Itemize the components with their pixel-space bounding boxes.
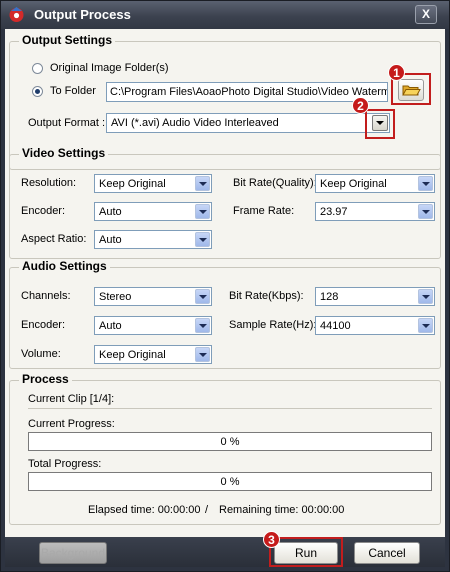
radio-to-folder[interactable] — [32, 86, 43, 97]
video-bitrate-value: Keep Original — [320, 178, 387, 190]
chevron-down-icon[interactable] — [195, 176, 210, 191]
total-progress-text: 0 % — [220, 476, 240, 488]
output-format-value: AVI (*.avi) Audio Video Interleaved — [111, 117, 279, 129]
audio-settings-legend: Audio Settings — [19, 259, 110, 273]
audio-encoder-select[interactable]: Auto — [94, 316, 212, 335]
chevron-down-icon[interactable] — [418, 318, 433, 333]
resolution-select[interactable]: Keep Original — [94, 174, 212, 193]
video-bitrate-select[interactable]: Keep Original — [315, 174, 435, 193]
frame-rate-value: 23.97 — [320, 206, 348, 218]
label-frame-rate: Frame Rate: — [233, 205, 295, 217]
video-encoder-select[interactable]: Auto — [94, 202, 212, 221]
step-badge-2: 2 — [352, 97, 369, 114]
process-legend: Process — [19, 372, 72, 386]
resolution-value: Keep Original — [99, 178, 166, 190]
chevron-down-icon[interactable] — [418, 176, 433, 191]
step-badge-3: 3 — [263, 531, 280, 548]
current-progress-bar: 0 % — [28, 432, 432, 451]
cancel-button[interactable]: Cancel — [354, 542, 420, 564]
chevron-down-icon[interactable] — [418, 204, 433, 219]
button-bar: Background Run Cancel — [5, 537, 445, 567]
audio-bitrate-value: 128 — [320, 291, 339, 303]
chevron-down-icon[interactable] — [195, 347, 210, 362]
label-resolution: Resolution: — [21, 177, 77, 189]
step-badge-1: 1 — [388, 64, 405, 81]
folder-path-input[interactable]: C:\Program Files\AoaoPhoto Digital Studi… — [106, 82, 388, 102]
label-channels: Channels: — [21, 290, 71, 302]
video-settings-group: Video Settings Resolution: Keep Original… — [9, 146, 441, 259]
label-video-encoder: Encoder: — [21, 205, 66, 217]
output-process-window: Output Process X Output Settings Origina… — [0, 0, 450, 572]
remaining-time: Remaining time: 00:00:00 — [219, 504, 345, 516]
process-divider — [28, 408, 432, 409]
chevron-down-icon[interactable] — [195, 318, 210, 333]
chevron-down-icon[interactable] — [195, 232, 210, 247]
time-divider: / — [205, 504, 209, 516]
label-aspect-ratio: Aspect Ratio: — [21, 233, 87, 245]
title-bar[interactable]: Output Process X — [1, 1, 449, 29]
chevron-down-icon[interactable] — [195, 289, 210, 304]
label-audio-bitrate: Bit Rate(Kbps): — [229, 290, 304, 302]
channels-value: Stereo — [99, 291, 132, 303]
video-settings-legend: Video Settings — [19, 146, 109, 160]
sample-rate-select[interactable]: 44100 — [315, 316, 435, 335]
app-logo-icon — [8, 6, 25, 23]
total-progress-label: Total Progress: — [28, 458, 102, 470]
sample-rate-value: 44100 — [320, 320, 351, 332]
label-output-format: Output Format : — [28, 117, 106, 129]
video-encoder-value: Auto — [99, 206, 122, 218]
process-group: Process Current Clip [1/4]: Current Prog… — [9, 372, 441, 525]
aspect-ratio-select[interactable]: Auto — [94, 230, 212, 249]
channels-select[interactable]: Stereo — [94, 287, 212, 306]
radio-original-folder[interactable] — [32, 63, 43, 74]
highlight-format — [365, 109, 395, 139]
background-button[interactable]: Background — [39, 542, 107, 564]
frame-rate-select[interactable]: 23.97 — [315, 202, 435, 221]
close-button[interactable]: X — [415, 5, 437, 24]
total-progress-bar: 0 % — [28, 472, 432, 491]
label-to-folder: To Folder — [50, 85, 96, 97]
label-original-folder: Original Image Folder(s) — [50, 62, 169, 74]
volume-select[interactable]: Keep Original — [94, 345, 212, 364]
current-clip-label: Current Clip [1/4]: — [28, 393, 115, 405]
current-progress-text: 0 % — [220, 436, 240, 448]
label-sample-rate: Sample Rate(Hz): — [229, 319, 317, 331]
window-title: Output Process — [34, 7, 131, 22]
label-volume: Volume: — [21, 348, 61, 360]
dialog-body: Output Settings Original Image Folder(s)… — [5, 29, 445, 537]
audio-settings-group: Audio Settings Channels: Stereo Bit Rate… — [9, 259, 441, 369]
chevron-down-icon[interactable] — [418, 289, 433, 304]
output-format-select[interactable]: AVI (*.avi) Audio Video Interleaved — [106, 113, 390, 133]
elapsed-time: Elapsed time: 00:00:00 — [88, 504, 201, 516]
browse-folder-button[interactable] — [398, 79, 424, 101]
run-button[interactable]: Run — [274, 542, 338, 564]
current-progress-label: Current Progress: — [28, 418, 115, 430]
chevron-down-icon[interactable] — [195, 204, 210, 219]
volume-value: Keep Original — [99, 349, 166, 361]
label-video-bitrate: Bit Rate(Quality): — [233, 177, 317, 189]
aspect-ratio-value: Auto — [99, 234, 122, 246]
output-settings-legend: Output Settings — [19, 33, 115, 47]
audio-encoder-value: Auto — [99, 320, 122, 332]
audio-bitrate-select[interactable]: 128 — [315, 287, 435, 306]
label-audio-encoder: Encoder: — [21, 319, 66, 331]
folder-open-icon — [399, 85, 423, 103]
